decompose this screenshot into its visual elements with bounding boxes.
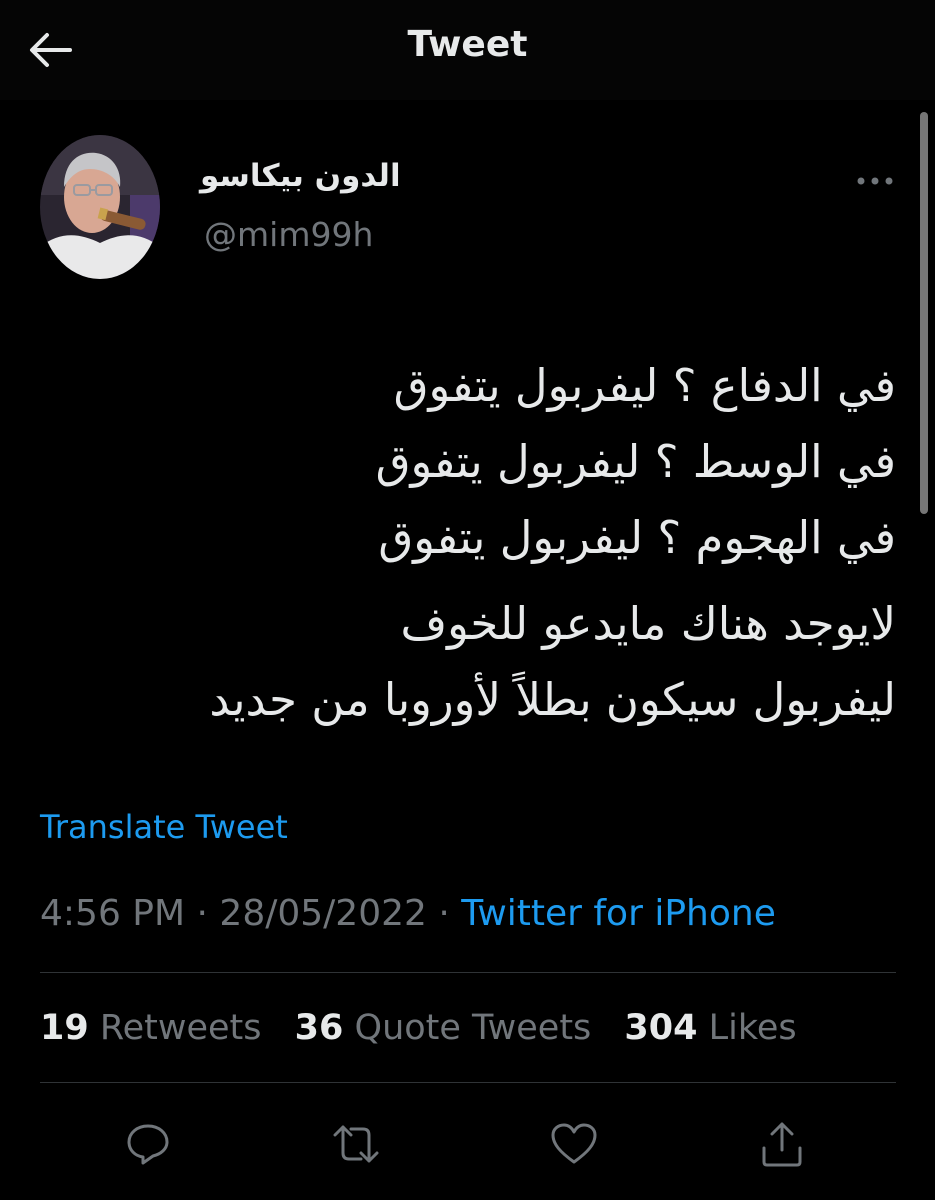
quote-tweets-stat[interactable]: 36 Quote Tweets <box>295 1008 592 1048</box>
retweets-stat[interactable]: 19 Retweets <box>40 1008 262 1048</box>
retweet-icon <box>333 1125 379 1163</box>
tweet-line: في الهجوم ؟ ليفربول يتفوق <box>378 511 896 564</box>
quotes-count: 36 <box>294 1008 344 1048</box>
quotes-label: Quote Tweets <box>354 1008 592 1048</box>
likes-count: 304 <box>624 1008 698 1048</box>
meta-separator: · <box>196 893 208 934</box>
tweet-date: 28/05/2022 <box>219 893 427 934</box>
like-icon <box>551 1123 597 1164</box>
tweet-paragraph: لايوجد هناك مايدعو للخوف ليفربول سيكون ب… <box>120 586 896 738</box>
page-title: Tweet <box>407 24 528 65</box>
tweet-paragraph: في الدفاع ؟ ليفربول يتفوق في الوسط ؟ ليف… <box>120 348 896 576</box>
tweet-line: في الدفاع ؟ ليفربول يتفوق <box>393 359 896 412</box>
action-bar <box>0 1108 935 1178</box>
tweet-stats: 19 Retweets 36 Quote Tweets 304 Likes <box>40 1008 819 1048</box>
tweet-source-link[interactable]: Twitter for iPhone <box>461 893 776 934</box>
divider <box>40 1082 896 1083</box>
divider <box>40 972 896 973</box>
author-display-name[interactable]: الدون بيكاسو <box>200 158 401 194</box>
likes-stat[interactable]: 304 Likes <box>624 1008 796 1048</box>
retweet-button[interactable] <box>330 1118 382 1170</box>
author-handle[interactable]: @mim99h <box>204 215 373 254</box>
translate-tweet-link[interactable]: Translate Tweet <box>40 808 288 846</box>
retweets-count: 19 <box>40 1008 89 1048</box>
more-horizontal-icon <box>857 177 893 185</box>
tweet-text: في الدفاع ؟ ليفربول يتفوق في الوسط ؟ ليف… <box>120 348 896 738</box>
tweet-line: لايوجد هناك مايدعو للخوف <box>400 597 896 650</box>
avatar[interactable] <box>40 135 160 279</box>
scrollbar[interactable] <box>920 112 928 514</box>
meta-separator: · <box>438 893 450 934</box>
more-options-button[interactable] <box>852 168 898 194</box>
likes-label: Likes <box>708 1008 797 1048</box>
tweet-metadata: 4:56 PM · 28/05/2022 · Twitter for iPhon… <box>40 893 776 934</box>
top-bar: Tweet <box>0 0 935 100</box>
reply-icon <box>127 1124 169 1165</box>
reply-button[interactable] <box>122 1118 174 1170</box>
share-button[interactable] <box>756 1118 808 1170</box>
tweet-time: 4:56 PM <box>40 893 186 934</box>
like-button[interactable] <box>548 1118 600 1170</box>
share-icon <box>762 1122 802 1167</box>
retweets-label: Retweets <box>99 1008 262 1048</box>
tweet-line: في الوسط ؟ ليفربول يتفوق <box>375 435 896 488</box>
tweet-line: ليفربول سيكون بطلاً لأوروبا من جديد <box>209 673 896 726</box>
